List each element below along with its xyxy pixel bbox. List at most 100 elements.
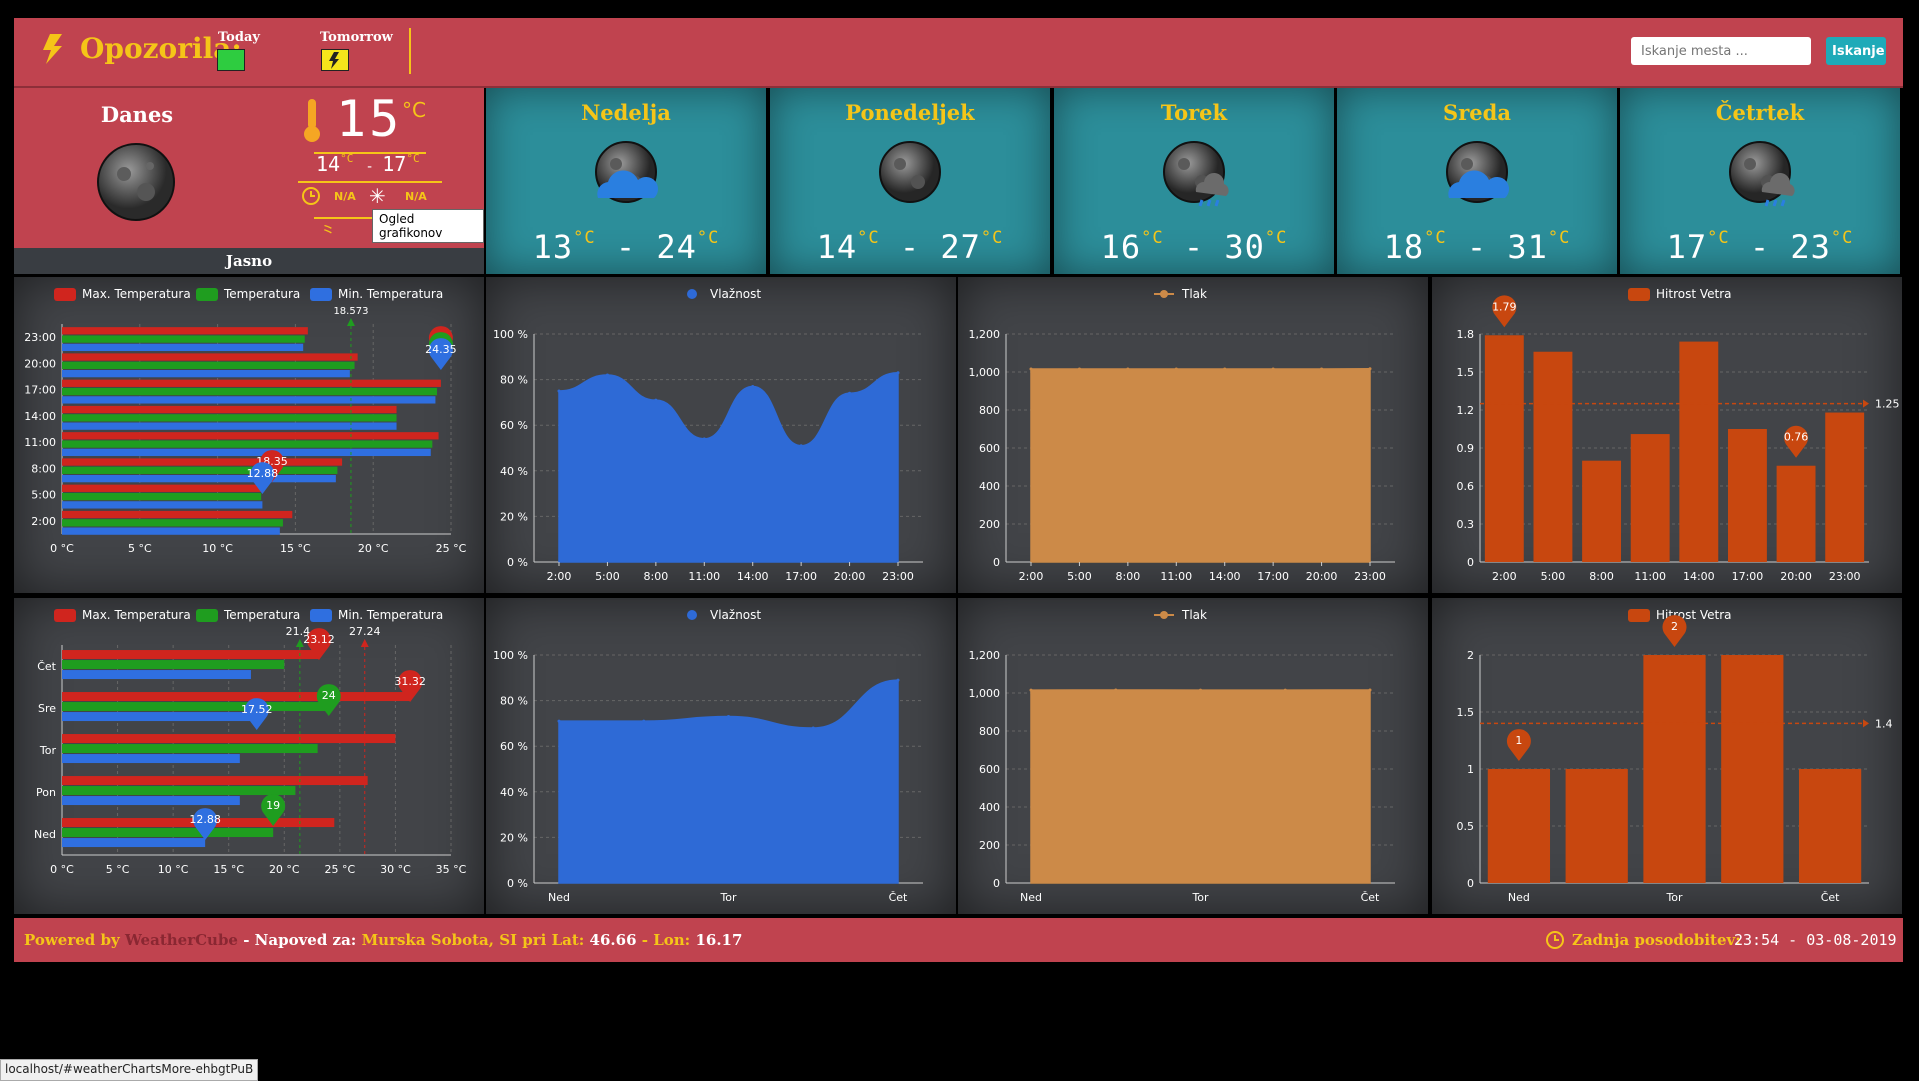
panel-hourly-wind[interactable]: Hitrost Vetra 0 0.3 0.6 0.9 1.2 1.5 1.8 2:00 5:00… <box>1432 277 1902 593</box>
search-button[interactable]: Iskanje <box>1826 37 1886 65</box>
alert-tomorrow-box[interactable] <box>321 49 349 71</box>
x-tick-label: 20:00 <box>834 570 866 583</box>
footer: Powered by WeatherCube - Napoved za: Mur… <box>14 918 1903 962</box>
bar <box>62 335 305 343</box>
x-tick-label: 10 °C <box>202 542 233 555</box>
bar <box>62 692 411 702</box>
status-bar-url: localhost/#weatherChartsMore-ehbgtPuB <box>0 1059 259 1081</box>
bar <box>62 432 439 440</box>
forecast-temp-range: 13°C - 24°C <box>532 228 720 266</box>
temp-avg-label: 18.573 <box>333 306 368 317</box>
alert-today-box[interactable] <box>217 49 245 71</box>
x-tick-label: 23:00 <box>882 570 914 583</box>
bar <box>1721 655 1784 883</box>
bar <box>62 414 397 422</box>
y-tick-label: 2 <box>1467 649 1474 662</box>
header-divider <box>409 28 411 74</box>
y-tick-label: 600 <box>979 763 1000 776</box>
panel-daily-pressure[interactable]: Tlak 0 200 400 600 800 1,000 1,200 Ned Tor Čet <box>958 598 1428 914</box>
panel-hourly-temperature[interactable]: Max. Temperatura Temperatura Min. Temperat… <box>14 277 484 593</box>
marker-label: 19 <box>266 799 280 812</box>
y-tick-label: 1,200 <box>969 649 1001 662</box>
rain-moon-icon <box>1729 141 1795 207</box>
forecast-temp-range: 14°C - 27°C <box>816 228 1004 266</box>
bar <box>1565 769 1628 883</box>
legend-humidity: Vlažnost <box>710 287 761 301</box>
bar <box>62 396 436 404</box>
x-tick-label: 2:00 <box>547 570 572 583</box>
y-tick-label: 1,000 <box>969 687 1001 700</box>
footer-lon-label: - Lon: <box>641 931 691 949</box>
rain-moon-icon <box>1163 141 1229 207</box>
min-max-marker: 17.52 <box>241 698 273 730</box>
y-tick-label: 20 % <box>500 510 528 523</box>
y-tick-label: 600 <box>979 442 1000 455</box>
x-tick-label: 15 °C <box>280 542 311 555</box>
today-range-low: 14 <box>316 152 341 176</box>
footer-brand-link[interactable]: WeatherCube <box>125 931 238 949</box>
y-tick-label: 2:00 <box>31 515 56 528</box>
alert-tomorrow-label: Tomorrow <box>320 30 393 45</box>
panel-hourly-humidity[interactable]: Vlažnost 0 % 20 % 40 % 60 % 80 % 100 % 2:00 5:00… <box>486 277 956 593</box>
legend-swatch <box>687 610 697 620</box>
forecast-card-3[interactable]: Sreda 18°C - 31°C <box>1337 88 1617 274</box>
legend-max-temp: Max. Temperatura <box>82 287 191 301</box>
bar <box>62 327 308 335</box>
x-tick-label: Tor <box>1191 891 1209 904</box>
bar <box>62 510 293 519</box>
x-tick-label: 5:00 <box>1541 570 1566 583</box>
panel-hourly-temperature-svg: Max. Temperatura Temperatura Min. Temperat… <box>24 287 466 555</box>
y-tick-label: 0.6 <box>1457 480 1475 493</box>
forecast-high: 23 <box>1790 228 1831 266</box>
average-label: 1.25 <box>1875 398 1900 411</box>
x-tick-label: 35 °C <box>436 863 467 876</box>
bar <box>1679 341 1719 562</box>
data-point <box>1174 367 1178 371</box>
bar <box>1533 351 1573 562</box>
legend-swatch <box>310 288 332 301</box>
bar <box>62 519 283 527</box>
y-tick-label: 80 % <box>500 695 528 708</box>
cloud-moon-icon <box>1446 141 1510 203</box>
chart-view-tooltip: Ogled grafikonov <box>372 209 484 243</box>
today-temp-unit: °C <box>402 98 426 122</box>
clock-icon <box>302 187 320 205</box>
data-point <box>751 384 755 388</box>
panel-daily-temperature[interactable]: Max. Temperatura Temperatura Min. Temperat… <box>14 598 484 914</box>
data-point <box>1114 688 1118 692</box>
bar <box>62 754 240 764</box>
forecast-card-4[interactable]: Četrtek 17°C - 23°C <box>1620 88 1900 274</box>
forecast-card-2[interactable]: Torek 16°C - 30°C <box>1054 88 1334 274</box>
forecast-high: 30 <box>1224 228 1265 266</box>
forecast-card-1[interactable]: Ponedeljek 14°C - 27°C <box>770 88 1050 274</box>
panel-daily-pressure-svg: Tlak 0 200 400 600 800 1,000 1,200 Ned Tor Čet <box>969 608 1395 904</box>
panel-hourly-pressure[interactable]: Tlak 0 200 400 600 800 1,000 1,200 2:00 5:00 8:00 1… <box>958 277 1428 593</box>
data-point <box>848 391 852 395</box>
legend-temp: Temperatura <box>223 287 300 301</box>
data-point <box>1029 367 1033 371</box>
legend-temp: Temperatura <box>223 608 300 622</box>
footer-lon: 16.17 <box>695 931 743 949</box>
y-tick-label: 23:00 <box>24 331 56 344</box>
forecast-card-0[interactable]: Nedelja 13°C - 24°C <box>486 88 766 274</box>
average-arrow <box>1863 719 1869 728</box>
panel-daily-wind[interactable]: Hitrost Vetra 0 0.5 1 1.5 2 Ned Tor Čet 1.4 2 1 <box>1432 598 1902 914</box>
marker-label: 17.52 <box>241 703 273 716</box>
x-tick-label: 5:00 <box>595 570 620 583</box>
temp-avg-arrow <box>346 318 355 326</box>
panel-daily-wind-svg: Hitrost Vetra00.511.52Ned Tor Čet1.421 <box>1457 608 1893 904</box>
y-tick-label: 40 % <box>500 786 528 799</box>
data-point <box>557 389 561 393</box>
x-tick-label: 30 °C <box>380 863 411 876</box>
data-point <box>654 398 658 402</box>
y-tick-label: 40 % <box>500 465 528 478</box>
y-tick-label: 60 % <box>500 740 528 753</box>
legend-min-temp: Min. Temperatura <box>338 287 443 301</box>
y-tick-label: 800 <box>979 725 1000 738</box>
snowflake-icon: ✳ <box>369 184 386 208</box>
search-input[interactable] <box>1631 37 1811 65</box>
panel-daily-humidity[interactable]: Vlažnost 0 % 20 % 40 % 60 % 80 % 100 % Ned Tor Če… <box>486 598 956 914</box>
today-panel[interactable]: Danes 15 °C 14°C - 17°C N/A ✳ N/A ⺀ ● Og… <box>14 88 484 248</box>
x-tick-label: Ned <box>1020 891 1042 904</box>
bar <box>62 492 262 501</box>
